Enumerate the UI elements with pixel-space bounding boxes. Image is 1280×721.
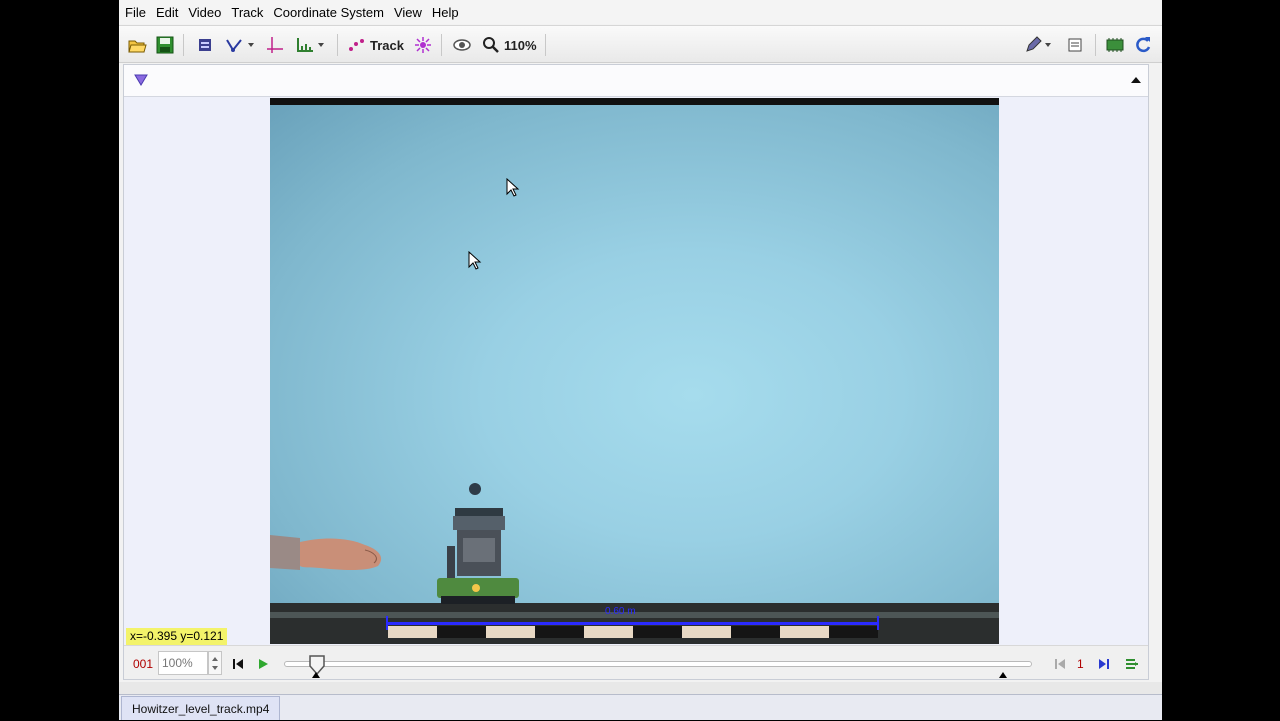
calibration-stick-end-left[interactable] (386, 616, 388, 630)
visibility-button[interactable] (452, 35, 472, 55)
measuring-tape-icon (297, 38, 313, 52)
mouse-cursor-icon (506, 178, 520, 197)
measuring-ruler (388, 626, 878, 638)
step-back-icon[interactable] (1054, 658, 1066, 670)
coordinate-axes-icon (267, 37, 283, 53)
chevron-down-icon (318, 43, 324, 47)
refresh-button[interactable] (1134, 35, 1152, 55)
menu-help[interactable]: Help (431, 5, 466, 20)
spinner-up-icon[interactable] (212, 657, 218, 661)
menu-file[interactable]: File (124, 5, 153, 20)
frame-number[interactable]: 001 (133, 657, 153, 671)
menu-bar: File Edit Video Track Coordinate System … (119, 0, 1162, 24)
drawing-tools-button[interactable] (1024, 35, 1051, 55)
notes-button[interactable] (1067, 35, 1083, 55)
track-button-label: Track (370, 37, 404, 53)
track-points-icon (349, 39, 364, 51)
calibration-tools-button[interactable] (225, 35, 254, 55)
loop-icon[interactable] (1125, 657, 1139, 671)
chevron-down-icon (1045, 43, 1051, 47)
collapse-up-icon[interactable] (1130, 76, 1142, 84)
clip-start-marker[interactable] (312, 672, 320, 678)
video-tab[interactable]: Howitzer_level_track.mp4 (121, 696, 281, 720)
track-control-bar (124, 65, 1148, 97)
chevron-down-icon (248, 43, 254, 47)
save-disk-icon (156, 36, 174, 54)
splitter-bar[interactable] (119, 682, 1162, 694)
notes-page-icon (1068, 38, 1082, 52)
playback-rate-spinner[interactable] (208, 651, 222, 675)
tracker-window: File Edit Video Track Coordinate System … (119, 0, 1162, 720)
memory-chip-icon (1106, 38, 1124, 52)
create-track-button[interactable]: Track (348, 35, 404, 55)
autotracker-burst-icon (415, 37, 431, 53)
step-size-value[interactable]: 1 (1077, 657, 1084, 671)
filter-triangle-icon[interactable] (134, 74, 148, 86)
zoom-button[interactable]: 110% (482, 35, 537, 55)
toolbar-separator (337, 34, 338, 56)
video-slider-track[interactable] (284, 661, 1032, 667)
go-to-start-icon[interactable] (232, 658, 244, 670)
video-panel: 0.60 m x=-0.395 y=0.121 001 100% 1 (123, 64, 1149, 680)
toolbar-separator (183, 34, 184, 56)
menu-edit[interactable]: Edit (155, 5, 185, 20)
play-icon[interactable] (257, 658, 269, 670)
open-folder-icon (128, 40, 147, 53)
menu-view[interactable]: View (393, 5, 429, 20)
step-forward-icon[interactable] (1098, 658, 1110, 670)
calibration-stick[interactable] (386, 622, 878, 625)
toolbar-separator (545, 34, 546, 56)
autotracker-button[interactable] (414, 35, 432, 55)
save-button[interactable] (156, 35, 174, 55)
hand-image (270, 535, 382, 570)
calibration-stick-icon (226, 39, 242, 52)
refresh-icon (1136, 37, 1151, 53)
projectile-ball[interactable] (469, 483, 481, 495)
calibration-length-label: 0.60 m (605, 606, 636, 617)
clip-end-marker[interactable] (999, 672, 1007, 678)
menu-coordinate-system[interactable]: Coordinate System (272, 5, 391, 20)
howitzer-launcher-image (437, 508, 519, 604)
spinner-down-icon[interactable] (212, 666, 218, 670)
toolbar-separator (1095, 34, 1096, 56)
menu-track[interactable]: Track (230, 5, 270, 20)
axes-button[interactable] (266, 35, 284, 55)
playback-rate-input[interactable]: 100% (158, 651, 208, 675)
measuring-tools-button[interactable] (295, 35, 324, 55)
coordinate-readout: x=-0.395 y=0.121 (126, 628, 228, 645)
calibration-stick-end-right[interactable] (877, 616, 879, 630)
zoom-level: 110% (504, 37, 537, 53)
toolbar-separator (441, 34, 442, 56)
video-frame[interactable]: 0.60 m (270, 98, 999, 644)
clip-settings-button[interactable] (197, 35, 213, 55)
open-button[interactable] (127, 35, 147, 55)
toolbar: Track 110% (119, 25, 1162, 63)
video-top-border (270, 98, 999, 105)
magnifier-icon (483, 37, 499, 53)
eye-icon (453, 39, 471, 51)
menu-video[interactable]: Video (187, 5, 228, 20)
video-player-bar: 001 100% 1 (124, 645, 1148, 679)
film-strip-icon (199, 39, 211, 51)
memory-button[interactable] (1105, 35, 1125, 55)
pencil-icon (1026, 36, 1042, 52)
mouse-cursor-icon (468, 251, 482, 270)
video-tab-bar: Howitzer_level_track.mp4 (119, 694, 1162, 720)
